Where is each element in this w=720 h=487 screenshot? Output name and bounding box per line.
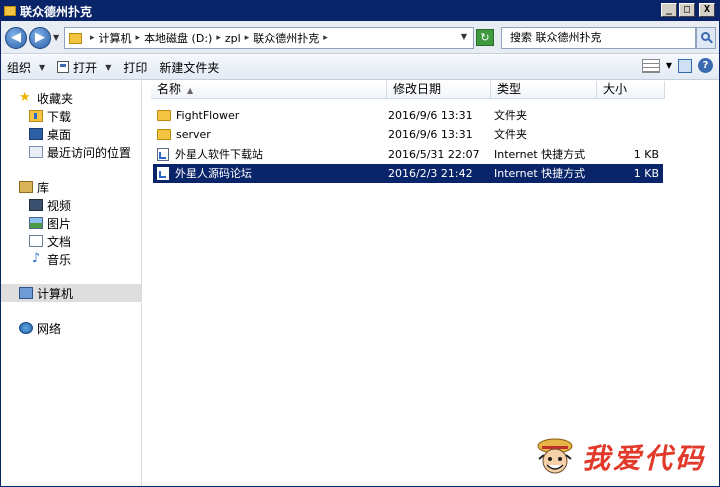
nav-recent-places[interactable]: 最近访问的位置 (1, 143, 141, 161)
breadcrumb: ▸ 计算机 ▸ 本地磁盘 (D:) ▸ zpl ▸ 联众德州扑克 ▸ (86, 30, 332, 46)
nav-pictures[interactable]: 图片 (1, 214, 141, 232)
file-row-selected[interactable]: 外星人源码论坛 2016/2/3 21:42 Internet 快捷方式 1 K… (153, 164, 663, 183)
new-folder-button[interactable]: 新建文件夹 (153, 56, 225, 78)
documents-icon (29, 235, 43, 247)
file-row[interactable]: FightFlower 2016/9/6 13:31 文件夹 (153, 106, 663, 125)
watermark-text: 我爱代码 (582, 442, 707, 475)
file-size (601, 125, 659, 144)
nav-libraries[interactable]: 库 (1, 178, 141, 196)
open-label: 打开 (73, 60, 98, 75)
star-icon: ★ (19, 90, 31, 105)
video-icon (29, 199, 43, 211)
music-icon: ♪ (31, 251, 41, 266)
file-type: Internet 快捷方式 (494, 167, 586, 180)
open-button[interactable]: 打开 ▼ (51, 56, 117, 78)
watermark: 我爱代码 (536, 437, 706, 477)
file-row[interactable]: server 2016/9/6 13:31 文件夹 (153, 125, 663, 144)
file-type: 文件夹 (494, 128, 527, 141)
address-dropdown-icon[interactable]: ▼ (461, 32, 467, 41)
computer-icon (19, 287, 33, 299)
file-type: 文件夹 (494, 109, 527, 122)
navigation-pane: ★ 收藏夹 下载 桌面 最近访问的位置 库 视频 图片 文档 ♪ 音乐 计算机 … (1, 81, 142, 486)
minimize-button[interactable]: _ (661, 3, 677, 17)
breadcrumb-computer[interactable]: 计算机 (99, 30, 132, 46)
file-name: FightFlower (176, 109, 240, 122)
file-list: 名称 ▲ 修改日期 类型 大小 FightFlower 2016/9/6 13:3… (143, 81, 719, 486)
sort-ascending-icon: ▲ (187, 86, 194, 95)
folder-icon (157, 129, 171, 140)
back-button[interactable]: ◀ (5, 27, 27, 49)
column-header-date[interactable]: 修改日期 (387, 81, 491, 99)
chevron-down-icon: ▼ (39, 62, 46, 72)
internet-shortcut-icon (157, 167, 169, 180)
chevron-icon[interactable]: ▸ (323, 33, 328, 43)
pictures-icon (29, 217, 43, 229)
file-date: 2016/9/6 13:31 (388, 128, 473, 141)
nav-favorites[interactable]: ★ 收藏夹 (1, 89, 141, 107)
help-icon[interactable]: ? (698, 58, 713, 73)
column-header-size[interactable]: 大小 (597, 81, 665, 99)
print-button[interactable]: 打印 (117, 56, 153, 78)
internet-shortcut-icon (157, 148, 169, 161)
history-dropdown-icon[interactable]: ▼ (53, 33, 59, 42)
nav-documents[interactable]: 文档 (1, 232, 141, 250)
file-date: 2016/9/6 13:31 (388, 109, 473, 122)
file-size (601, 106, 659, 125)
window-title: 联众德州扑克 (20, 4, 93, 19)
close-button[interactable]: X (699, 3, 715, 17)
address-field[interactable]: ▸ 计算机 ▸ 本地磁盘 (D:) ▸ zpl ▸ 联众德州扑克 ▸ ▼ (64, 27, 474, 49)
preview-pane-icon[interactable] (678, 58, 692, 73)
open-icon (57, 61, 70, 73)
forward-button[interactable]: ▶ (29, 27, 51, 49)
nav-network[interactable]: 网络 (1, 319, 141, 337)
view-controls: ▼ ? (641, 58, 713, 73)
search-button[interactable] (696, 27, 716, 49)
chevron-down-icon[interactable]: ▼ (666, 61, 672, 70)
network-icon (19, 322, 33, 334)
chevron-icon[interactable]: ▸ (90, 33, 95, 43)
chevron-icon[interactable]: ▸ (136, 33, 141, 43)
view-options-icon[interactable] (641, 58, 660, 73)
explorer-window: 联众德州扑克 _ □ X ◀ ▶ ▼ ▸ 计算机 ▸ 本地磁盘 (D:) ▸ z… (0, 0, 720, 487)
search-input[interactable]: 搜索 联众德州扑克 (501, 27, 696, 49)
chevron-icon[interactable]: ▸ (216, 33, 221, 43)
folder-icon (69, 32, 82, 44)
file-name: server (176, 128, 211, 141)
file-date: 2016/5/31 22:07 (388, 148, 480, 161)
column-header-name[interactable]: 名称 ▲ (151, 81, 387, 99)
file-size: 1 KB (633, 167, 659, 180)
address-bar: ◀ ▶ ▼ ▸ 计算机 ▸ 本地磁盘 (D:) ▸ zpl ▸ 联众德州扑克 ▸… (1, 21, 719, 54)
libraries-icon (19, 181, 33, 193)
column-header-type[interactable]: 类型 (491, 81, 597, 99)
downloads-icon (29, 110, 43, 122)
nav-music[interactable]: ♪ 音乐 (1, 250, 141, 268)
file-name: 外星人软件下载站 (175, 148, 263, 161)
nav-videos[interactable]: 视频 (1, 196, 141, 214)
window-controls: _ □ X (661, 3, 715, 17)
pirate-face-icon (537, 438, 573, 474)
recent-places-icon (29, 146, 43, 158)
organize-button[interactable]: 组织 ▼ (1, 56, 51, 78)
nav-downloads[interactable]: 下载 (1, 107, 141, 125)
maximize-button[interactable]: □ (679, 3, 695, 17)
organize-label: 组织 (7, 60, 32, 75)
folder-icon (4, 6, 16, 16)
folder-icon (157, 110, 171, 121)
file-date: 2016/2/3 21:42 (388, 167, 473, 180)
chevron-icon[interactable]: ▸ (245, 33, 250, 43)
refresh-button[interactable]: ↻ (476, 29, 494, 46)
file-name: 外星人源码论坛 (175, 167, 252, 180)
title-bar[interactable]: 联众德州扑克 _ □ X (1, 1, 719, 21)
file-type: Internet 快捷方式 (494, 148, 586, 161)
nav-desktop[interactable]: 桌面 (1, 125, 141, 143)
command-bar: 组织 ▼ 打开 ▼ 打印 新建文件夹 ▼ ? (1, 55, 719, 80)
file-row[interactable]: 外星人软件下载站 2016/5/31 22:07 Internet 快捷方式 1… (153, 145, 663, 164)
breadcrumb-current[interactable]: 联众德州扑克 (253, 30, 319, 46)
chevron-down-icon[interactable]: ▼ (105, 63, 111, 72)
file-size: 1 KB (633, 148, 659, 161)
nav-computer[interactable]: 计算机 (1, 284, 141, 302)
desktop-icon (29, 128, 43, 140)
breadcrumb-zpl[interactable]: zpl (225, 32, 241, 45)
breadcrumb-drive[interactable]: 本地磁盘 (D:) (144, 30, 212, 46)
